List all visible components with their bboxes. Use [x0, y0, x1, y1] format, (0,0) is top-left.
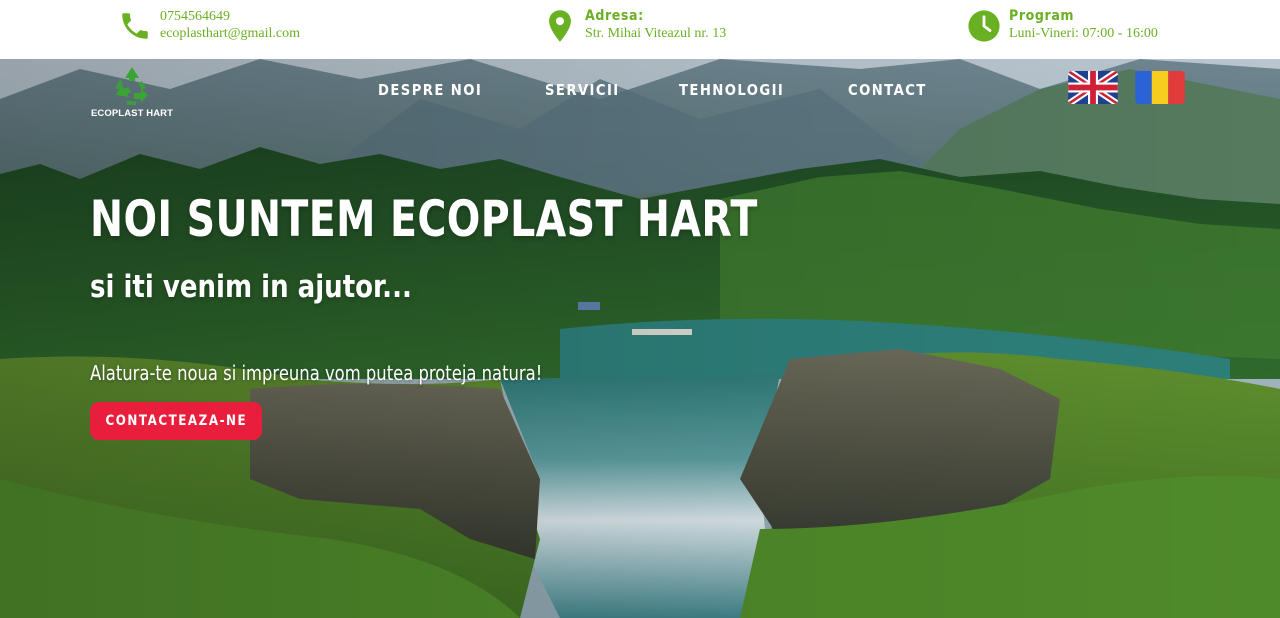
recycle-icon: [110, 63, 154, 107]
nav-despre-noi[interactable]: DESPRE NOI: [378, 81, 482, 99]
romania-flag-icon[interactable]: [1135, 71, 1185, 104]
logo-text: ECOPLAST HART: [90, 108, 174, 119]
address-value: Str. Mihai Viteazul nr. 13: [585, 26, 727, 41]
email-address[interactable]: ecoplasthart@gmail.com: [160, 25, 300, 42]
hero-tagline: Alatura-te noua si impreuna vom putea pr…: [90, 361, 543, 385]
program-value: Luni-Vineri: 07:00 - 16:00: [1009, 26, 1158, 41]
hero-section: ECOPLAST HART DESPRE NOI SERVICII TEHNOL…: [0, 59, 1280, 618]
hero-subheadline: si iti venim in ajutor...: [90, 269, 412, 305]
address-label: Adresa:: [585, 8, 644, 24]
program-label: Program: [1009, 8, 1075, 24]
nav-tehnologii[interactable]: TEHNOLOGII: [679, 81, 784, 99]
clock-icon: [967, 9, 1001, 43]
nav-contact[interactable]: CONTACT: [848, 81, 927, 99]
cta-label: CONTACTEAZA-NE: [105, 413, 247, 429]
top-info-bar: 0754564649 ecoplasthart@gmail.com Adresa…: [0, 0, 1280, 59]
map-pin-icon: [543, 9, 577, 43]
site-logo[interactable]: ECOPLAST HART: [88, 63, 176, 119]
address-block: Adresa: Str. Mihai Viteazul nr. 13: [543, 8, 726, 43]
contact-cta-button[interactable]: CONTACTEAZA-NE: [90, 402, 262, 440]
phone-icon: [118, 9, 152, 43]
hero-overlay: [0, 59, 1280, 618]
contact-phone-block: 0754564649 ecoplasthart@gmail.com: [118, 8, 300, 43]
uk-flag-icon[interactable]: [1068, 71, 1118, 104]
hero-headline: NOI SUNTEM ECOPLAST HART: [90, 190, 758, 248]
nav-servicii[interactable]: SERVICII: [545, 81, 620, 99]
program-block: Program Luni-Vineri: 07:00 - 16:00: [967, 8, 1158, 43]
phone-number[interactable]: 0754564649: [160, 8, 300, 25]
main-nav: DESPRE NOI SERVICII TEHNOLOGII CONTACT: [378, 81, 986, 99]
